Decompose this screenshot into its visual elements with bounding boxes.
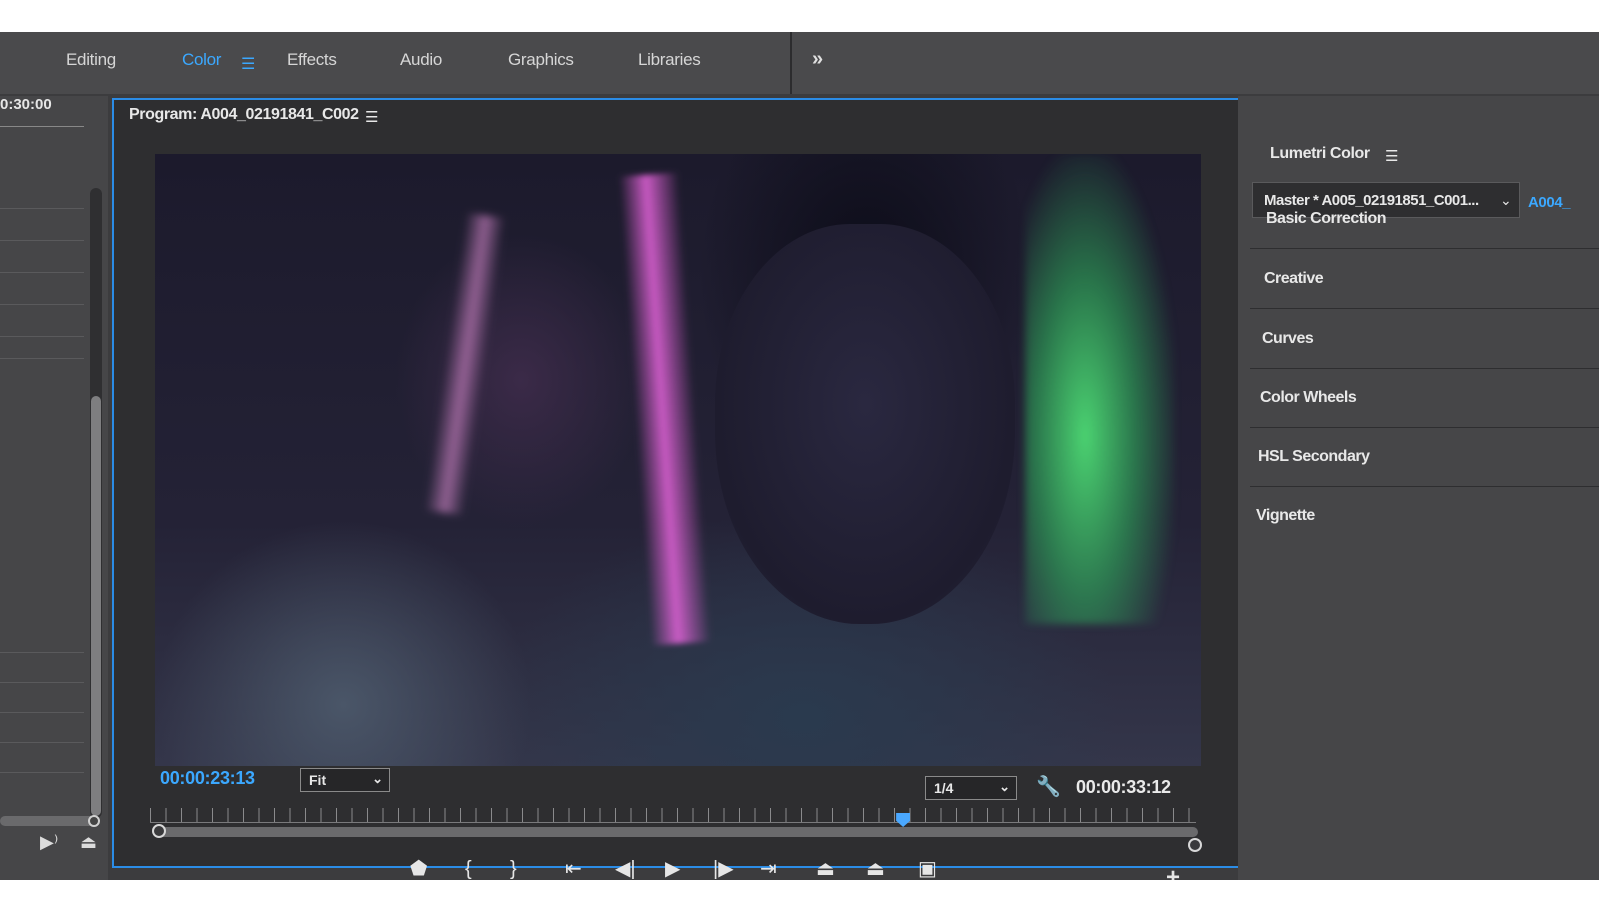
add-marker-icon[interactable]: ⬟	[410, 858, 427, 880]
step-forward-icon[interactable]: |▶	[713, 858, 734, 880]
settings-wrench-icon[interactable]: 🔧	[1036, 774, 1061, 799]
section-hsl-secondary[interactable]: HSL Secondary	[1258, 448, 1370, 466]
section-divider	[1250, 368, 1599, 369]
duration-timecode: 00:00:33:12	[1076, 777, 1171, 797]
video-green-rim-light	[1025, 154, 1175, 624]
lumetri-panel-title[interactable]: Lumetri Color	[1270, 145, 1370, 163]
program-video-frame	[155, 154, 1201, 766]
chevron-down-icon: ⌄	[999, 779, 1010, 794]
section-divider	[1250, 248, 1599, 249]
source-zoom-bar[interactable]	[0, 816, 98, 826]
program-zoom-scrollbar[interactable]	[158, 827, 1198, 837]
step-back-icon[interactable]: ◀|	[615, 858, 636, 880]
video-pink-rim-light	[618, 172, 712, 646]
section-divider	[1250, 427, 1599, 428]
lumetri-menu-icon[interactable]: ☰	[1385, 147, 1398, 165]
export-frame-icon[interactable]: ▣	[918, 858, 937, 880]
tab-editing[interactable]: Editing	[66, 50, 116, 70]
section-color-wheels[interactable]: Color Wheels	[1260, 389, 1357, 407]
double-chevron-right-icon[interactable]: »	[812, 48, 823, 71]
tab-color[interactable]: Color	[182, 50, 221, 70]
program-menu-icon[interactable]: ☰	[365, 108, 378, 126]
go-to-in-icon[interactable]: ⇤	[565, 858, 582, 880]
playback-resolution-select[interactable]: 1/4 ⌄	[925, 776, 1017, 800]
tab-graphics[interactable]: Graphics	[508, 50, 574, 70]
zoom-scroll-end-handle[interactable]	[1188, 838, 1202, 852]
tab-color-menu-icon[interactable]: ☰	[241, 54, 255, 74]
extract-icon[interactable]: ⏏	[866, 858, 885, 880]
source-timecode: 0:30:00	[0, 96, 52, 113]
video-subject-profile	[424, 212, 506, 516]
mark-in-icon[interactable]: {	[465, 858, 472, 880]
section-divider	[1250, 486, 1599, 487]
source-zoom-handle[interactable]	[88, 815, 100, 827]
section-divider	[1250, 308, 1599, 309]
resolution-value: 1/4	[934, 780, 954, 796]
tab-effects[interactable]: Effects	[287, 50, 337, 70]
video-subject-face	[715, 224, 1015, 624]
section-creative[interactable]: Creative	[1264, 270, 1324, 288]
export-icon[interactable]: ⏏	[80, 832, 97, 853]
program-monitor-title[interactable]: Program: A004_02191841_C002	[129, 106, 359, 124]
section-basic-correction[interactable]: Basic Correction	[1266, 210, 1387, 228]
zoom-scroll-start-handle[interactable]	[152, 824, 166, 838]
zoom-level-value: Fit	[309, 772, 327, 788]
clip-tab[interactable]: A004_	[1528, 194, 1571, 211]
tab-libraries[interactable]: Libraries	[638, 50, 701, 70]
insert-icon[interactable]: ▶⁾	[40, 832, 58, 853]
section-vignette[interactable]: Vignette	[1256, 507, 1315, 525]
play-icon[interactable]: ▶	[665, 858, 680, 880]
workspace-bar: Editing Color ☰ Effects Audio Graphics L…	[0, 32, 1599, 94]
screen-bezel-bottom	[0, 880, 1599, 899]
zoom-level-select[interactable]: Fit ⌄	[300, 768, 390, 792]
source-ruler	[0, 118, 84, 127]
lift-icon[interactable]: ⏏	[816, 858, 835, 880]
premiere-app-window: Editing Color ☰ Effects Audio Graphics L…	[0, 32, 1599, 891]
program-time-ruler[interactable]	[150, 808, 1196, 823]
tab-separator	[790, 32, 792, 94]
go-to-out-icon[interactable]: ⇥	[760, 858, 777, 880]
source-scrollbar-thumb[interactable]	[91, 396, 101, 816]
chevron-down-icon: ⌄	[372, 771, 383, 786]
mark-out-icon[interactable]: }	[510, 858, 517, 880]
chevron-down-icon[interactable]: ⌄	[1500, 192, 1512, 209]
playhead-timecode[interactable]: 00:00:23:13	[160, 768, 255, 789]
section-curves[interactable]: Curves	[1262, 330, 1314, 348]
tab-audio[interactable]: Audio	[400, 50, 442, 70]
master-clip-label: Master * A005_02191851_C001...	[1264, 192, 1479, 209]
